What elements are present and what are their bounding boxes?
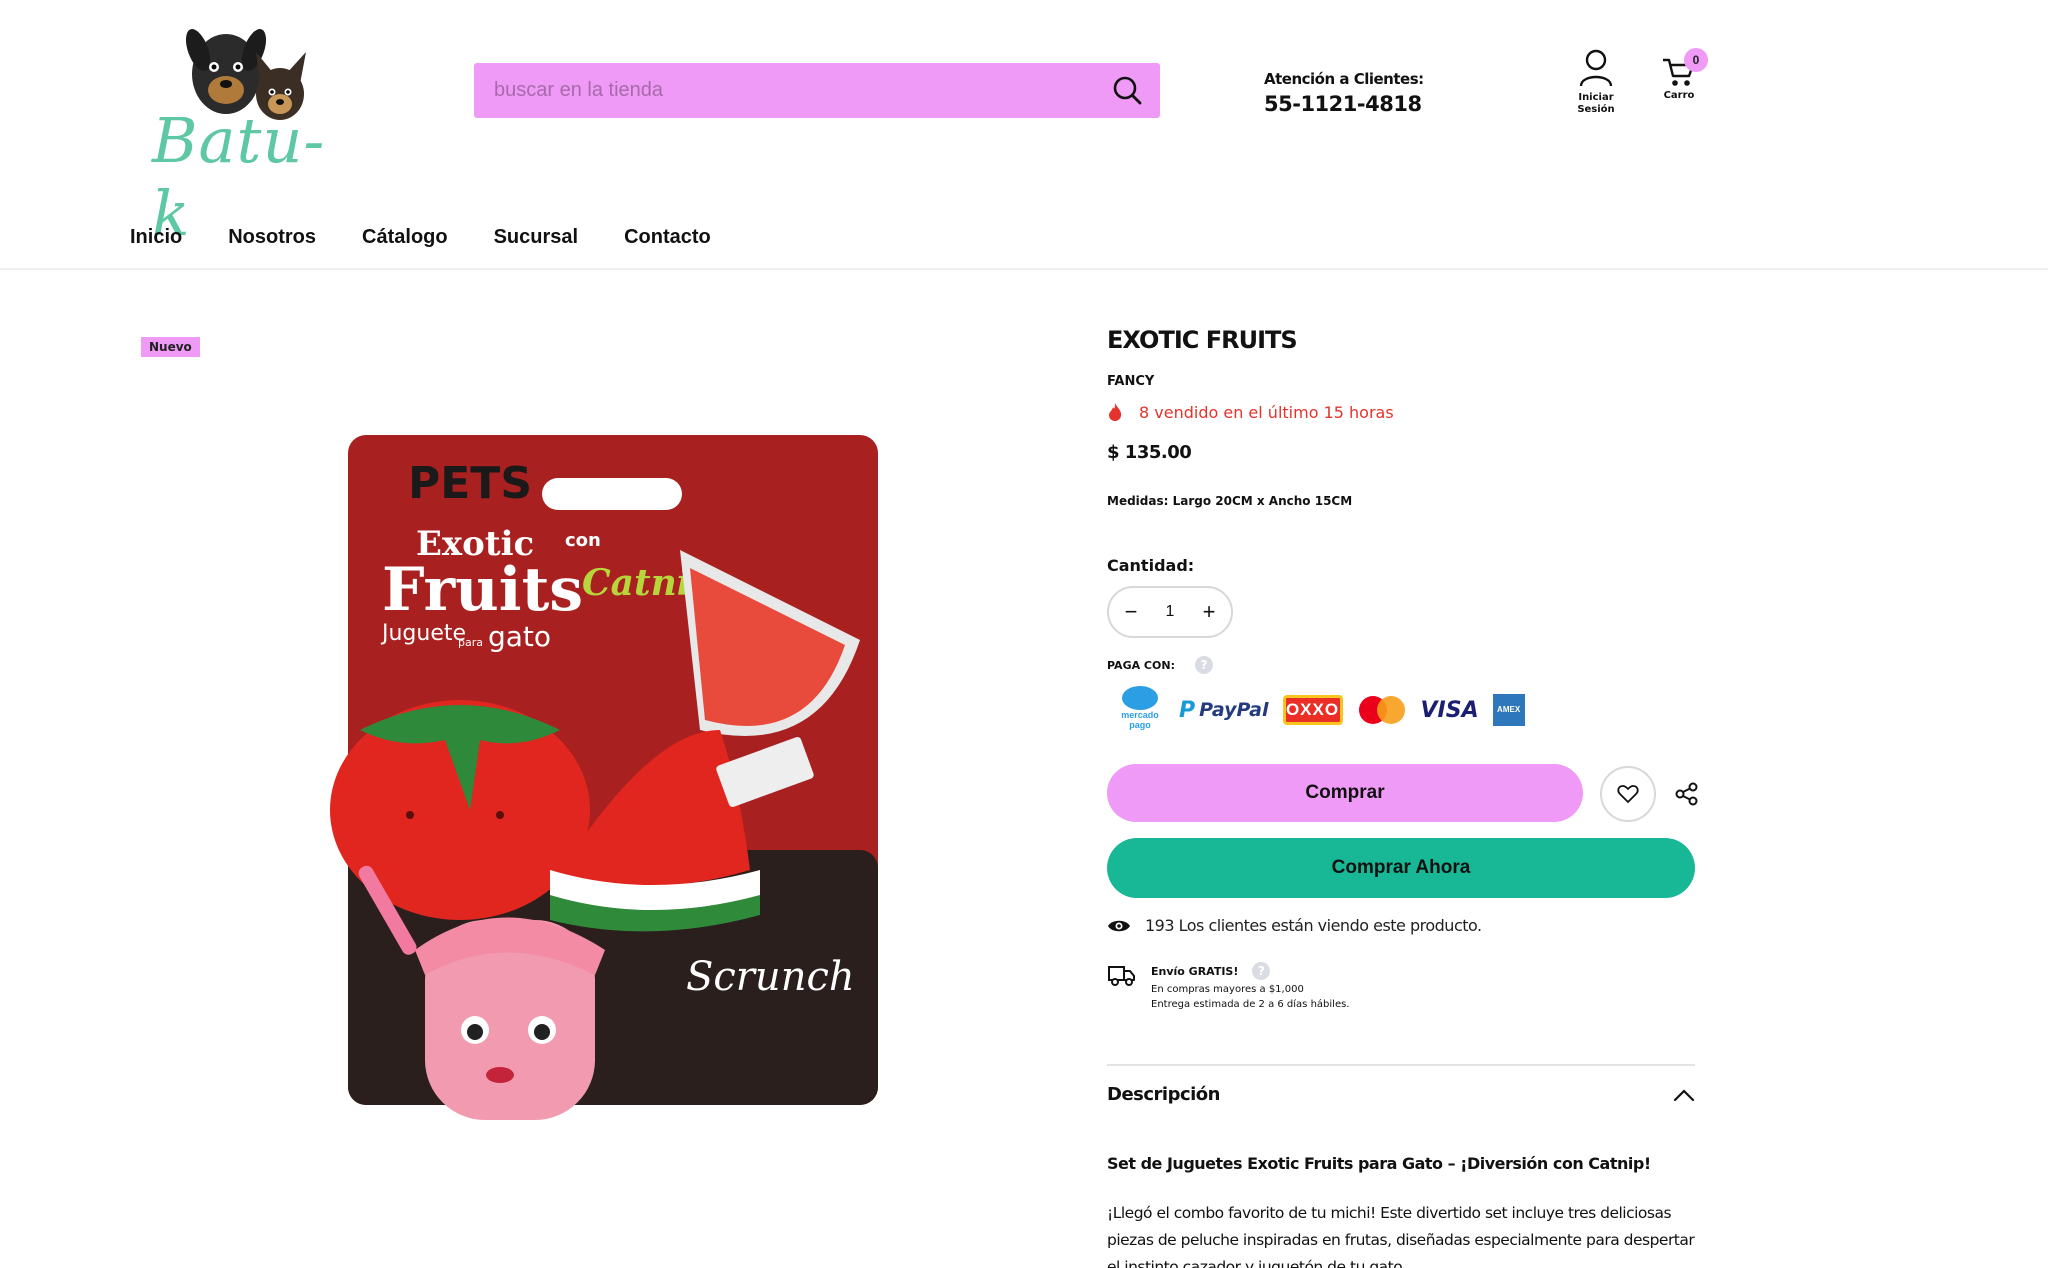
shipping-text: Envío GRATIS! ? En compras mayores a $1,…: [1151, 962, 1349, 1010]
nav-item-nosotros[interactable]: Nosotros: [228, 226, 316, 249]
search-input[interactable]: [474, 63, 1094, 118]
cart-label: Carro: [1663, 90, 1695, 101]
pack-con: con: [565, 530, 601, 551]
share-button[interactable]: [1673, 780, 1701, 808]
nav-item-catalogo[interactable]: Cátalogo: [362, 226, 448, 249]
sold-text: 8 vendido en el último 15 horas: [1139, 402, 1394, 422]
quantity-decrease-button[interactable]: −: [1121, 599, 1141, 625]
support-label: Atención a Clientes:: [1264, 70, 1424, 88]
product-measures: Medidas: Largo 20CM x Ancho 15CM: [1107, 494, 1353, 508]
nav-divider: [0, 268, 2048, 270]
product-price: $ 135.00: [1107, 442, 1192, 463]
fire-icon: [1109, 403, 1122, 421]
share-icon: [1675, 782, 1698, 806]
cart-count-badge: 0: [1684, 48, 1708, 72]
description-title: Descripción: [1107, 1084, 1221, 1105]
mercadopago-logo-icon: mercado pago: [1115, 686, 1165, 734]
nav-item-contacto[interactable]: Contacto: [624, 226, 711, 249]
description-divider: [1107, 1064, 1695, 1066]
search-button[interactable]: [1110, 73, 1146, 109]
shipping-line-1: En compras mayores a $1,000: [1151, 984, 1304, 995]
nav-item-sucursal[interactable]: Sucursal: [494, 226, 578, 249]
pack-para: para: [458, 636, 483, 649]
cart-link[interactable]: 0 Carro: [1654, 48, 1708, 101]
pack-scrunch: Scrunch: [686, 954, 855, 1000]
product-photo: PETS Exotic Fruits con Catnip Juguete pa…: [330, 435, 878, 1120]
search-icon: [1113, 76, 1142, 105]
quantity-label: Cantidad:: [1107, 556, 1195, 575]
sold-notice: 8 vendido en el último 15 horas: [1107, 402, 1394, 422]
buy-now-button[interactable]: Comprar Ahora: [1107, 838, 1695, 898]
new-badge: Nuevo: [141, 337, 200, 357]
shipping-title: Envío GRATIS! ?: [1151, 962, 1349, 980]
pack-title-2: Fruits: [382, 555, 583, 625]
product-title: EXOTIC FRUITS: [1107, 326, 1298, 354]
paypal-logo-icon: P PayPal: [1179, 697, 1269, 723]
pay-with-label: PAGA CON: ?: [1107, 656, 1213, 674]
add-to-cart-button[interactable]: Comprar: [1107, 764, 1583, 822]
product-image[interactable]: PETS Exotic Fruits con Catnip Juguete pa…: [320, 430, 980, 1175]
truck-icon: [1108, 966, 1135, 986]
shipping-info: Envío GRATIS! ? En compras mayores a $1,…: [1107, 962, 1349, 1010]
viewers-notice: 193 Los clientes están viendo este produ…: [1107, 916, 1482, 935]
eye-icon: [1108, 920, 1130, 931]
product-brand[interactable]: FANCY: [1107, 374, 1154, 389]
user-icon: [1579, 49, 1613, 87]
account-label: Iniciar Sesión: [1577, 92, 1615, 115]
shipping-line-2: Entrega estimada de 2 a 6 días hábiles.: [1151, 999, 1350, 1010]
nav-item-inicio[interactable]: Inicio: [130, 226, 182, 249]
wishlist-button[interactable]: [1600, 766, 1656, 822]
search-bar: [474, 63, 1160, 118]
pack-brand: PETS: [408, 458, 532, 509]
oxxo-logo-icon: OXXO: [1282, 695, 1343, 725]
shipping-help-icon[interactable]: ?: [1252, 962, 1271, 980]
description-toggle[interactable]: Descripción: [1107, 1084, 1695, 1105]
account-link[interactable]: Iniciar Sesión: [1568, 48, 1624, 116]
store-logo[interactable]: Batu-k: [148, 12, 348, 250]
visa-logo-icon: VISA: [1420, 697, 1479, 723]
quantity-input[interactable]: 1: [1160, 603, 1180, 621]
help-icon[interactable]: ?: [1194, 656, 1213, 674]
pay-with-text: PAGA CON:: [1107, 658, 1175, 672]
customer-support: Atención a Clientes: 55-1121-4818: [1264, 70, 1424, 116]
description-subtitle: Set de Juguetes Exotic Fruits para Gato …: [1107, 1154, 1651, 1173]
quantity-increase-button[interactable]: +: [1199, 599, 1219, 625]
chevron-up-icon: [1673, 1088, 1695, 1101]
description-body: ¡Llegó el combo favorito de tu michi! Es…: [1107, 1204, 1695, 1268]
shipping-title-text: Envío GRATIS!: [1151, 964, 1239, 978]
pack-juguete: Juguete: [380, 621, 466, 646]
payment-methods: mercado pago P PayPal OXXO VISA AMEX: [1115, 686, 1525, 734]
support-phone[interactable]: 55-1121-4818: [1264, 92, 1424, 116]
mastercard-logo-icon: [1357, 694, 1407, 726]
main-nav: Inicio Nosotros Cátalogo Sucursal Contac…: [130, 226, 711, 249]
viewers-text: 193 Los clientes están viendo este produ…: [1145, 916, 1482, 935]
amex-logo-icon: AMEX: [1492, 694, 1525, 726]
site-header: Batu-k Atención a Clientes: 55-1121-4818…: [0, 0, 2048, 270]
pack-gato: gato: [488, 620, 551, 653]
heart-icon: [1617, 785, 1639, 803]
quantity-stepper: − 1 +: [1107, 586, 1233, 638]
